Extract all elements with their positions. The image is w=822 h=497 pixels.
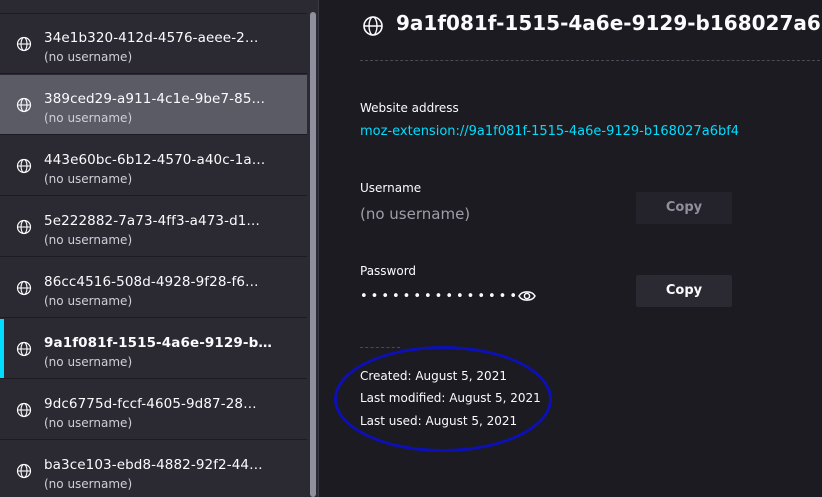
login-item-title: 34e1b320-412d-4576-aeee-2…	[44, 30, 259, 46]
username-value: (no username)	[360, 205, 471, 223]
login-list-item[interactable]: ba3ce103-ebd8-4882-92f2-44… (no username)	[0, 441, 307, 497]
login-list-item[interactable]: 86cc4516-508d-4928-9f28-f6… (no username)	[0, 258, 307, 318]
metadata-separator	[360, 347, 400, 348]
login-item-title: 389ced29-a911-4c1e-9be7-85…	[44, 91, 266, 107]
login-list-item[interactable]: 9a1f081f-1515-4a6e-9129-b… (no username)	[0, 319, 307, 379]
login-item-title: 9a1f081f-1515-4a6e-9129-b…	[44, 335, 272, 351]
globe-icon	[16, 219, 32, 235]
login-item-username: (no username)	[44, 477, 133, 491]
login-item-username: (no username)	[44, 233, 133, 247]
globe-icon	[16, 36, 32, 52]
login-item-username: (no username)	[44, 294, 133, 308]
login-item-title: 5e222882-7a73-4ff3-a473-d1…	[44, 213, 261, 229]
copy-username-button[interactable]: Copy	[636, 192, 732, 224]
login-item-title: 9dc6775d-fccf-4605-9d87-28…	[44, 396, 257, 412]
password-manager-window: 34e1b320-412d-4576-aeee-2… (no username) 3…	[0, 0, 822, 497]
globe-icon	[16, 341, 32, 357]
globe-icon	[16, 402, 32, 418]
list-top-separator	[0, 13, 307, 14]
login-item-username: (no username)	[44, 50, 133, 64]
login-title: 9a1f081f-1515-4a6e-9129-b168027a6bf4	[396, 11, 822, 35]
logins-list-sidebar: 34e1b320-412d-4576-aeee-2… (no username) 3…	[0, 0, 318, 497]
password-value: •••••••••••••••	[360, 289, 521, 304]
globe-icon	[16, 463, 32, 479]
password-label: Password	[360, 264, 417, 278]
login-list-item[interactable]: 389ced29-a911-4c1e-9be7-85… (no username)	[0, 75, 307, 135]
login-item-username: (no username)	[44, 416, 133, 430]
username-label: Username	[360, 181, 422, 195]
eye-icon[interactable]	[518, 289, 536, 303]
login-item-username: (no username)	[44, 111, 133, 125]
login-item-title: 86cc4516-508d-4928-9f28-f6…	[44, 274, 259, 290]
login-list-item[interactable]: 443e60bc-6b12-4570-a40c-1a… (no username)	[0, 136, 307, 196]
website-address-link[interactable]: moz-extension://9a1f081f-1515-4a6e-9129-…	[360, 124, 739, 139]
header-separator	[360, 60, 822, 61]
globe-icon	[363, 16, 383, 36]
scrollbar-thumb[interactable]	[310, 12, 316, 497]
login-item-title: ba3ce103-ebd8-4882-92f2-44…	[44, 457, 263, 473]
globe-icon	[16, 280, 32, 296]
login-list-item[interactable]: 34e1b320-412d-4576-aeee-2… (no username)	[0, 14, 307, 74]
annotation-ellipse	[334, 346, 552, 452]
login-item-title: 443e60bc-6b12-4570-a40c-1a…	[44, 152, 266, 168]
copy-password-button[interactable]: Copy	[636, 275, 732, 307]
globe-icon	[16, 97, 32, 113]
website-address-label: Website address	[360, 101, 459, 115]
login-item-username: (no username)	[44, 355, 133, 369]
login-list-item[interactable]: 5e222882-7a73-4ff3-a473-d1… (no username)	[0, 197, 307, 257]
selection-indicator	[0, 319, 4, 378]
login-item-username: (no username)	[44, 172, 133, 186]
login-list-item[interactable]: 9dc6775d-fccf-4605-9d87-28… (no username)	[0, 380, 307, 440]
globe-icon	[16, 158, 32, 174]
